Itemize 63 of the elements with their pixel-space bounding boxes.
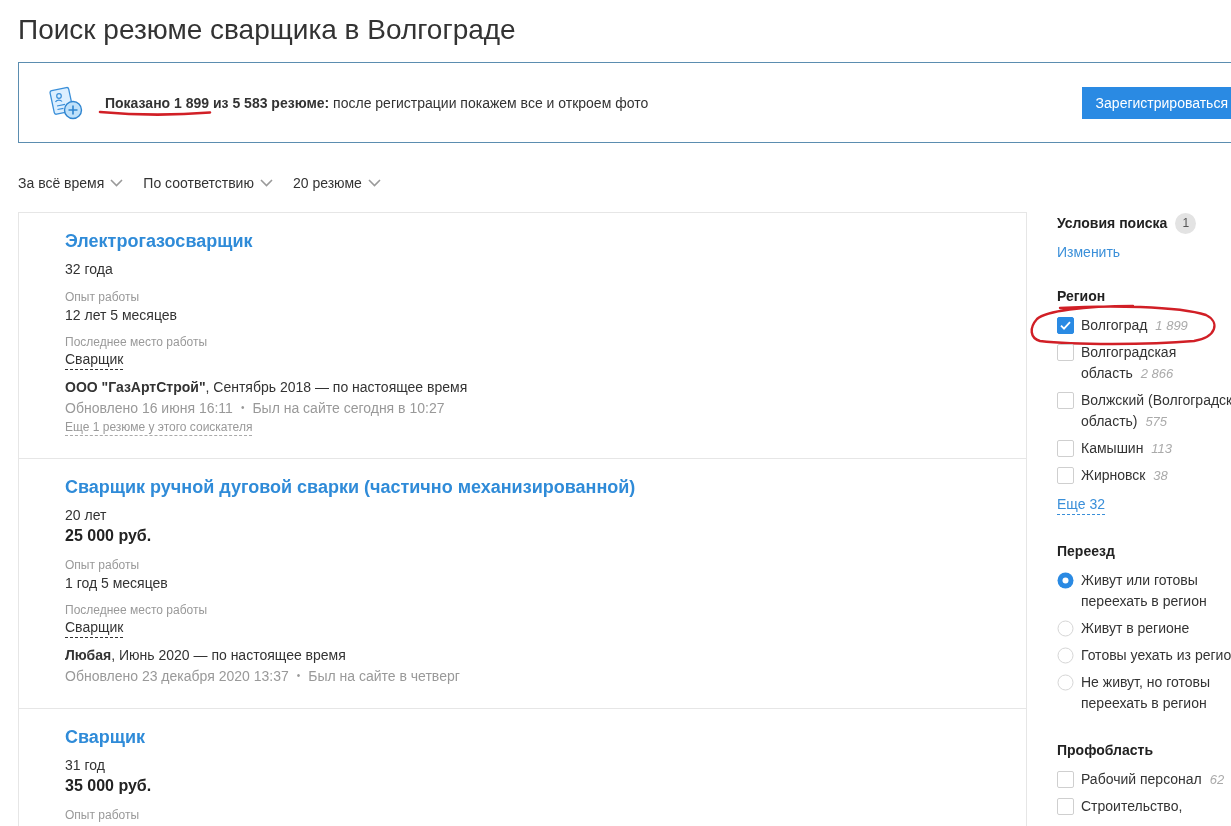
radio-button[interactable] — [1057, 572, 1074, 589]
age-text: 32 года — [65, 260, 113, 279]
experience-text: 12 лет 5 месяцев — [65, 306, 177, 325]
chevron-down-icon — [367, 179, 381, 187]
checkbox[interactable] — [1057, 392, 1074, 409]
sort-dropdown[interactable]: 20 резюме — [292, 173, 381, 193]
filter-heading: Переезд — [1057, 542, 1115, 561]
option-label[interactable]: Готовы уехать из регио — [1081, 645, 1231, 666]
sort-dropdown[interactable]: По соответствию — [143, 173, 273, 193]
register-button[interactable]: Зарегистрироваться — [1081, 86, 1231, 119]
option-label[interactable]: Живут или готовы переехать в регион — [1081, 570, 1207, 612]
resume-title-link[interactable]: Электрогазосварщик — [65, 229, 253, 253]
resume-title-link[interactable]: Сварщик — [65, 725, 146, 749]
last-seen-text: Был на сайте в четверг — [308, 667, 460, 686]
option-label[interactable]: Камышин 113 — [1081, 438, 1173, 459]
checkbox[interactable] — [1057, 771, 1074, 788]
checkbox[interactable] — [1057, 467, 1074, 484]
resume-add-icon — [49, 85, 83, 120]
checkbox[interactable] — [1057, 317, 1074, 334]
field-label: Опыт работы — [65, 289, 140, 305]
checkbox[interactable] — [1057, 344, 1074, 361]
show-more-link[interactable]: Еще 32 — [1057, 495, 1105, 515]
radio-button[interactable] — [1057, 674, 1074, 691]
option-label[interactable]: Не живут, но готовы переехать в регион — [1081, 672, 1210, 714]
employer-text: ООО "ГазАртСтрой", Сентябрь 2018 — по настоящее время — [65, 378, 468, 397]
chevron-down-icon — [259, 179, 273, 187]
filter-heading: Профобласть — [1057, 741, 1153, 760]
option-label[interactable]: Волгоград 1 899 — [1081, 315, 1188, 336]
last-seen-text: Был на сайте сегодня в 10:27 — [252, 399, 445, 418]
position-link[interactable]: Сварщик — [65, 618, 124, 638]
field-label: Последнее место работы — [65, 334, 208, 350]
updated-text: Обновлено 23 декабря 2020 13:37 — [65, 667, 289, 686]
field-label: Последнее место работы — [65, 602, 208, 618]
separator-dot: • — [296, 669, 301, 683]
position-link[interactable]: Сварщик — [65, 350, 124, 370]
salary-text: 35 000 руб. — [65, 776, 152, 796]
radio-button[interactable] — [1057, 647, 1074, 664]
change-link[interactable]: Изменить — [1057, 242, 1121, 262]
employer-text: Любая, Июнь 2020 — по настоящее время — [65, 646, 346, 665]
separator-dot: • — [240, 401, 245, 415]
filter-heading: Регион — [1057, 287, 1106, 306]
experience-text: 1 год 5 месяцев — [65, 574, 168, 593]
field-label: Опыт работы — [65, 557, 140, 573]
option-label[interactable]: Рабочий персонал 62 — [1081, 769, 1225, 790]
count-badge: 1 — [1175, 212, 1197, 234]
checkbox[interactable] — [1057, 798, 1074, 815]
resume-title-link[interactable]: Сварщик ручной дуговой сварки (частично механизированной) — [65, 475, 636, 499]
radio-button[interactable] — [1057, 620, 1074, 637]
option-label[interactable]: Строительство, — [1081, 796, 1183, 817]
checkbox[interactable] — [1057, 440, 1074, 457]
field-label: Опыт работы — [65, 807, 140, 823]
age-text: 31 год — [65, 756, 105, 775]
option-label[interactable]: Волгоградская область 2 866 — [1081, 342, 1177, 384]
updated-text: Обновлено 16 июня 16:11 — [65, 399, 233, 418]
section-heading: Условия поиска — [1057, 214, 1168, 233]
banner-text: Показано 1 899 из 5 583 резюме: после регистрации покажем все и откроем фото — [105, 94, 649, 111]
option-label[interactable]: Жирновск 38 — [1081, 465, 1168, 486]
salary-text: 25 000 руб. — [65, 526, 152, 546]
option-label[interactable]: Живут в регионе — [1081, 618, 1190, 639]
chevron-down-icon — [110, 179, 124, 187]
page-title: Поиск резюме сварщика в Волгограде — [18, 13, 516, 47]
age-text: 20 лет — [65, 506, 107, 525]
sort-dropdown[interactable]: За всё время — [18, 173, 124, 193]
